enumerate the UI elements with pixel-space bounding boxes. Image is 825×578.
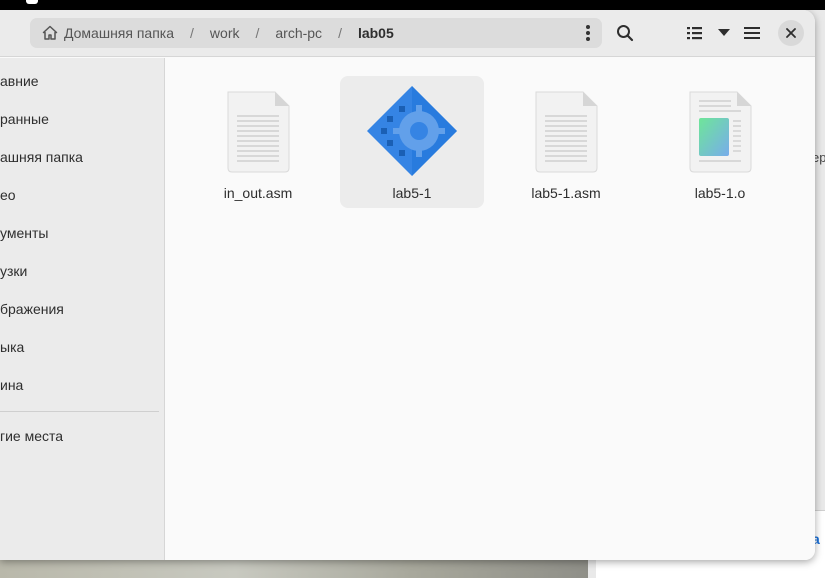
breadcrumb-separator: / <box>190 25 194 41</box>
header-bar: Домашняя папка / work / arch-pc / lab05 <box>0 10 815 57</box>
breadcrumb-lab05[interactable]: lab05 <box>358 25 394 41</box>
file-name: lab5-1.o <box>694 185 746 201</box>
main-menu-button[interactable] <box>737 18 767 48</box>
sidebar-item-trash[interactable]: ина <box>0 377 23 393</box>
sidebar-item-other-locations[interactable]: гие места <box>0 428 63 444</box>
breadcrumb-work[interactable]: work <box>210 25 240 41</box>
breadcrumb-separator: / <box>338 25 342 41</box>
file-manager-window: Домашняя папка / work / arch-pc / lab05 <box>0 10 815 560</box>
sidebar-item-videos[interactable]: ео <box>0 187 16 203</box>
breadcrumb-arch-pc[interactable]: arch-pc <box>275 25 322 41</box>
sidebar-item-starred[interactable]: ранные <box>0 111 49 127</box>
file-item-in-out-asm[interactable]: in_out.asm <box>186 76 330 208</box>
hamburger-menu-icon <box>744 27 760 39</box>
sidebar-item-home[interactable]: ашняя папка <box>0 149 83 165</box>
sidebar-item-pictures[interactable]: бражения <box>0 301 64 317</box>
file-name: in_out.asm <box>223 185 293 201</box>
file-item-lab5-1-asm[interactable]: lab5-1.asm <box>494 76 638 208</box>
close-button[interactable] <box>778 20 804 46</box>
home-icon <box>42 25 58 40</box>
sidebar-item-downloads[interactable]: узки <box>0 263 27 279</box>
file-name: lab5-1 <box>392 185 432 201</box>
sidebar: авние ранные ашняя папка ео ументы узки … <box>0 58 165 560</box>
file-item-lab5-1-o[interactable]: lab5-1.o <box>648 76 792 208</box>
close-icon <box>786 28 796 38</box>
sidebar-item-recent[interactable]: авние <box>0 73 39 89</box>
breadcrumb-separator: / <box>255 25 260 41</box>
sidebar-item-documents[interactable]: ументы <box>0 225 48 241</box>
file-item-lab5-1[interactable]: lab5-1 <box>340 76 484 208</box>
breadcrumb-home-label: Домашняя папка <box>64 25 175 41</box>
activities-indicator[interactable] <box>26 0 38 4</box>
desktop-wallpaper-strip <box>0 558 588 578</box>
sidebar-divider <box>0 411 159 412</box>
view-options-button[interactable] <box>676 18 740 48</box>
search-button[interactable] <box>610 18 640 48</box>
path-options-icon[interactable] <box>586 25 590 41</box>
chevron-down-icon[interactable] <box>718 29 730 37</box>
list-view-icon <box>687 27 702 40</box>
search-icon <box>617 25 634 42</box>
text-file-icon <box>535 91 598 173</box>
file-view: in_out.asm lab5-1 lab5-1.asm lab5-1.o <box>166 58 815 560</box>
file-name: lab5-1.asm <box>531 185 601 201</box>
executable-icon <box>367 86 457 176</box>
path-bar: Домашняя папка / work / arch-pc / lab05 <box>30 18 602 48</box>
text-file-icon <box>227 91 290 173</box>
system-top-bar <box>0 0 825 10</box>
object-file-icon <box>689 91 752 173</box>
breadcrumb-home[interactable]: Домашняя папка <box>42 25 174 41</box>
sidebar-item-music[interactable]: ыка <box>0 339 24 355</box>
